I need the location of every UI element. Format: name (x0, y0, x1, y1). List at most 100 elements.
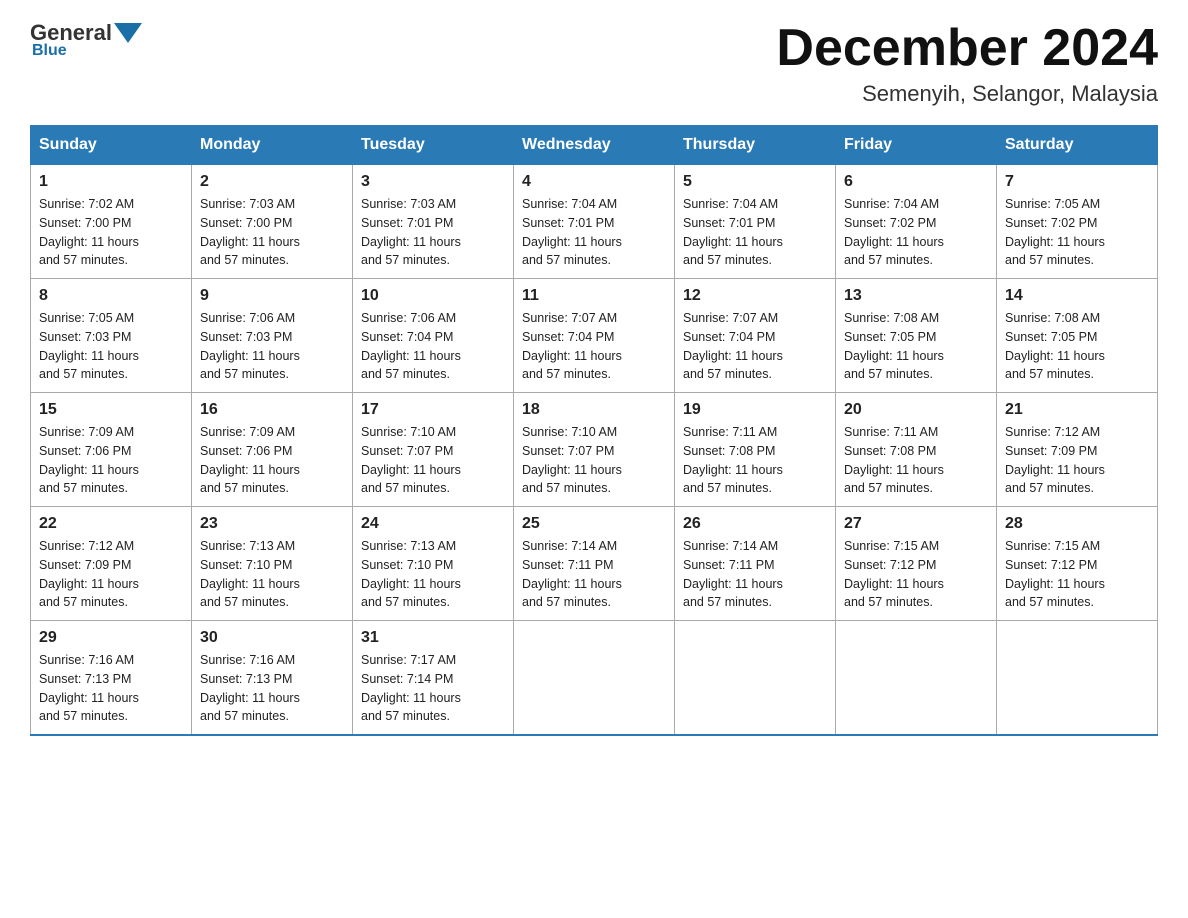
calendar-cell (836, 621, 997, 736)
calendar-cell: 28 Sunrise: 7:15 AMSunset: 7:12 PMDaylig… (997, 507, 1158, 621)
calendar-cell: 29 Sunrise: 7:16 AMSunset: 7:13 PMDaylig… (31, 621, 192, 736)
day-info: Sunrise: 7:03 AMSunset: 7:00 PMDaylight:… (200, 197, 300, 267)
calendar-cell: 4 Sunrise: 7:04 AMSunset: 7:01 PMDayligh… (514, 165, 675, 279)
day-info: Sunrise: 7:15 AMSunset: 7:12 PMDaylight:… (844, 539, 944, 609)
calendar-cell: 6 Sunrise: 7:04 AMSunset: 7:02 PMDayligh… (836, 165, 997, 279)
day-info: Sunrise: 7:12 AMSunset: 7:09 PMDaylight:… (39, 539, 139, 609)
calendar-cell: 13 Sunrise: 7:08 AMSunset: 7:05 PMDaylig… (836, 279, 997, 393)
day-info: Sunrise: 7:15 AMSunset: 7:12 PMDaylight:… (1005, 539, 1105, 609)
header-saturday: Saturday (997, 126, 1158, 165)
calendar-cell: 15 Sunrise: 7:09 AMSunset: 7:06 PMDaylig… (31, 393, 192, 507)
day-info: Sunrise: 7:10 AMSunset: 7:07 PMDaylight:… (361, 425, 461, 495)
day-number: 3 (361, 173, 505, 191)
calendar-cell: 22 Sunrise: 7:12 AMSunset: 7:09 PMDaylig… (31, 507, 192, 621)
day-number: 5 (683, 173, 827, 191)
logo-blue-text: Blue (32, 42, 67, 60)
day-number: 28 (1005, 515, 1149, 533)
day-number: 7 (1005, 173, 1149, 191)
calendar-cell: 2 Sunrise: 7:03 AMSunset: 7:00 PMDayligh… (192, 165, 353, 279)
day-number: 30 (200, 629, 344, 647)
month-title: December 2024 (776, 20, 1158, 77)
day-info: Sunrise: 7:14 AMSunset: 7:11 PMDaylight:… (683, 539, 783, 609)
day-info: Sunrise: 7:06 AMSunset: 7:04 PMDaylight:… (361, 311, 461, 381)
day-info: Sunrise: 7:08 AMSunset: 7:05 PMDaylight:… (1005, 311, 1105, 381)
day-info: Sunrise: 7:04 AMSunset: 7:02 PMDaylight:… (844, 197, 944, 267)
calendar-cell: 18 Sunrise: 7:10 AMSunset: 7:07 PMDaylig… (514, 393, 675, 507)
day-number: 8 (39, 287, 183, 305)
calendar-cell (514, 621, 675, 736)
day-info: Sunrise: 7:07 AMSunset: 7:04 PMDaylight:… (683, 311, 783, 381)
day-info: Sunrise: 7:07 AMSunset: 7:04 PMDaylight:… (522, 311, 622, 381)
day-number: 23 (200, 515, 344, 533)
day-number: 20 (844, 401, 988, 419)
header-wednesday: Wednesday (514, 126, 675, 165)
day-number: 29 (39, 629, 183, 647)
calendar-week-row: 29 Sunrise: 7:16 AMSunset: 7:13 PMDaylig… (31, 621, 1158, 736)
day-info: Sunrise: 7:10 AMSunset: 7:07 PMDaylight:… (522, 425, 622, 495)
day-number: 27 (844, 515, 988, 533)
calendar-cell: 14 Sunrise: 7:08 AMSunset: 7:05 PMDaylig… (997, 279, 1158, 393)
day-info: Sunrise: 7:13 AMSunset: 7:10 PMDaylight:… (361, 539, 461, 609)
header-tuesday: Tuesday (353, 126, 514, 165)
calendar-cell: 21 Sunrise: 7:12 AMSunset: 7:09 PMDaylig… (997, 393, 1158, 507)
day-info: Sunrise: 7:08 AMSunset: 7:05 PMDaylight:… (844, 311, 944, 381)
day-number: 1 (39, 173, 183, 191)
day-number: 10 (361, 287, 505, 305)
logo-triangle-icon (114, 23, 142, 43)
calendar-cell: 1 Sunrise: 7:02 AMSunset: 7:00 PMDayligh… (31, 165, 192, 279)
day-number: 31 (361, 629, 505, 647)
day-number: 16 (200, 401, 344, 419)
location-text: Semenyih, Selangor, Malaysia (776, 81, 1158, 107)
day-info: Sunrise: 7:11 AMSunset: 7:08 PMDaylight:… (683, 425, 783, 495)
logo: General Blue (30, 20, 144, 60)
day-number: 22 (39, 515, 183, 533)
header-thursday: Thursday (675, 126, 836, 165)
calendar-cell (997, 621, 1158, 736)
calendar-cell: 12 Sunrise: 7:07 AMSunset: 7:04 PMDaylig… (675, 279, 836, 393)
day-number: 12 (683, 287, 827, 305)
day-info: Sunrise: 7:05 AMSunset: 7:03 PMDaylight:… (39, 311, 139, 381)
day-number: 19 (683, 401, 827, 419)
calendar-cell: 11 Sunrise: 7:07 AMSunset: 7:04 PMDaylig… (514, 279, 675, 393)
calendar-cell: 8 Sunrise: 7:05 AMSunset: 7:03 PMDayligh… (31, 279, 192, 393)
calendar-cell: 17 Sunrise: 7:10 AMSunset: 7:07 PMDaylig… (353, 393, 514, 507)
day-info: Sunrise: 7:06 AMSunset: 7:03 PMDaylight:… (200, 311, 300, 381)
day-number: 21 (1005, 401, 1149, 419)
day-number: 13 (844, 287, 988, 305)
day-number: 2 (200, 173, 344, 191)
calendar-cell: 19 Sunrise: 7:11 AMSunset: 7:08 PMDaylig… (675, 393, 836, 507)
day-info: Sunrise: 7:13 AMSunset: 7:10 PMDaylight:… (200, 539, 300, 609)
day-info: Sunrise: 7:12 AMSunset: 7:09 PMDaylight:… (1005, 425, 1105, 495)
calendar-cell: 25 Sunrise: 7:14 AMSunset: 7:11 PMDaylig… (514, 507, 675, 621)
header-monday: Monday (192, 126, 353, 165)
day-number: 25 (522, 515, 666, 533)
title-block: December 2024 Semenyih, Selangor, Malays… (776, 20, 1158, 107)
calendar-cell: 16 Sunrise: 7:09 AMSunset: 7:06 PMDaylig… (192, 393, 353, 507)
calendar-week-row: 8 Sunrise: 7:05 AMSunset: 7:03 PMDayligh… (31, 279, 1158, 393)
day-info: Sunrise: 7:16 AMSunset: 7:13 PMDaylight:… (39, 653, 139, 723)
day-number: 18 (522, 401, 666, 419)
page-header: General Blue December 2024 Semenyih, Sel… (30, 20, 1158, 107)
calendar-cell: 24 Sunrise: 7:13 AMSunset: 7:10 PMDaylig… (353, 507, 514, 621)
day-info: Sunrise: 7:09 AMSunset: 7:06 PMDaylight:… (200, 425, 300, 495)
day-info: Sunrise: 7:17 AMSunset: 7:14 PMDaylight:… (361, 653, 461, 723)
day-info: Sunrise: 7:04 AMSunset: 7:01 PMDaylight:… (522, 197, 622, 267)
calendar-week-row: 1 Sunrise: 7:02 AMSunset: 7:00 PMDayligh… (31, 165, 1158, 279)
calendar-cell: 7 Sunrise: 7:05 AMSunset: 7:02 PMDayligh… (997, 165, 1158, 279)
calendar-cell (675, 621, 836, 736)
calendar-week-row: 22 Sunrise: 7:12 AMSunset: 7:09 PMDaylig… (31, 507, 1158, 621)
day-number: 24 (361, 515, 505, 533)
calendar-table: SundayMondayTuesdayWednesdayThursdayFrid… (30, 125, 1158, 736)
calendar-cell: 20 Sunrise: 7:11 AMSunset: 7:08 PMDaylig… (836, 393, 997, 507)
day-number: 6 (844, 173, 988, 191)
day-info: Sunrise: 7:11 AMSunset: 7:08 PMDaylight:… (844, 425, 944, 495)
day-info: Sunrise: 7:05 AMSunset: 7:02 PMDaylight:… (1005, 197, 1105, 267)
calendar-cell: 31 Sunrise: 7:17 AMSunset: 7:14 PMDaylig… (353, 621, 514, 736)
header-friday: Friday (836, 126, 997, 165)
day-number: 9 (200, 287, 344, 305)
header-sunday: Sunday (31, 126, 192, 165)
day-info: Sunrise: 7:02 AMSunset: 7:00 PMDaylight:… (39, 197, 139, 267)
day-number: 26 (683, 515, 827, 533)
calendar-cell: 5 Sunrise: 7:04 AMSunset: 7:01 PMDayligh… (675, 165, 836, 279)
day-number: 14 (1005, 287, 1149, 305)
